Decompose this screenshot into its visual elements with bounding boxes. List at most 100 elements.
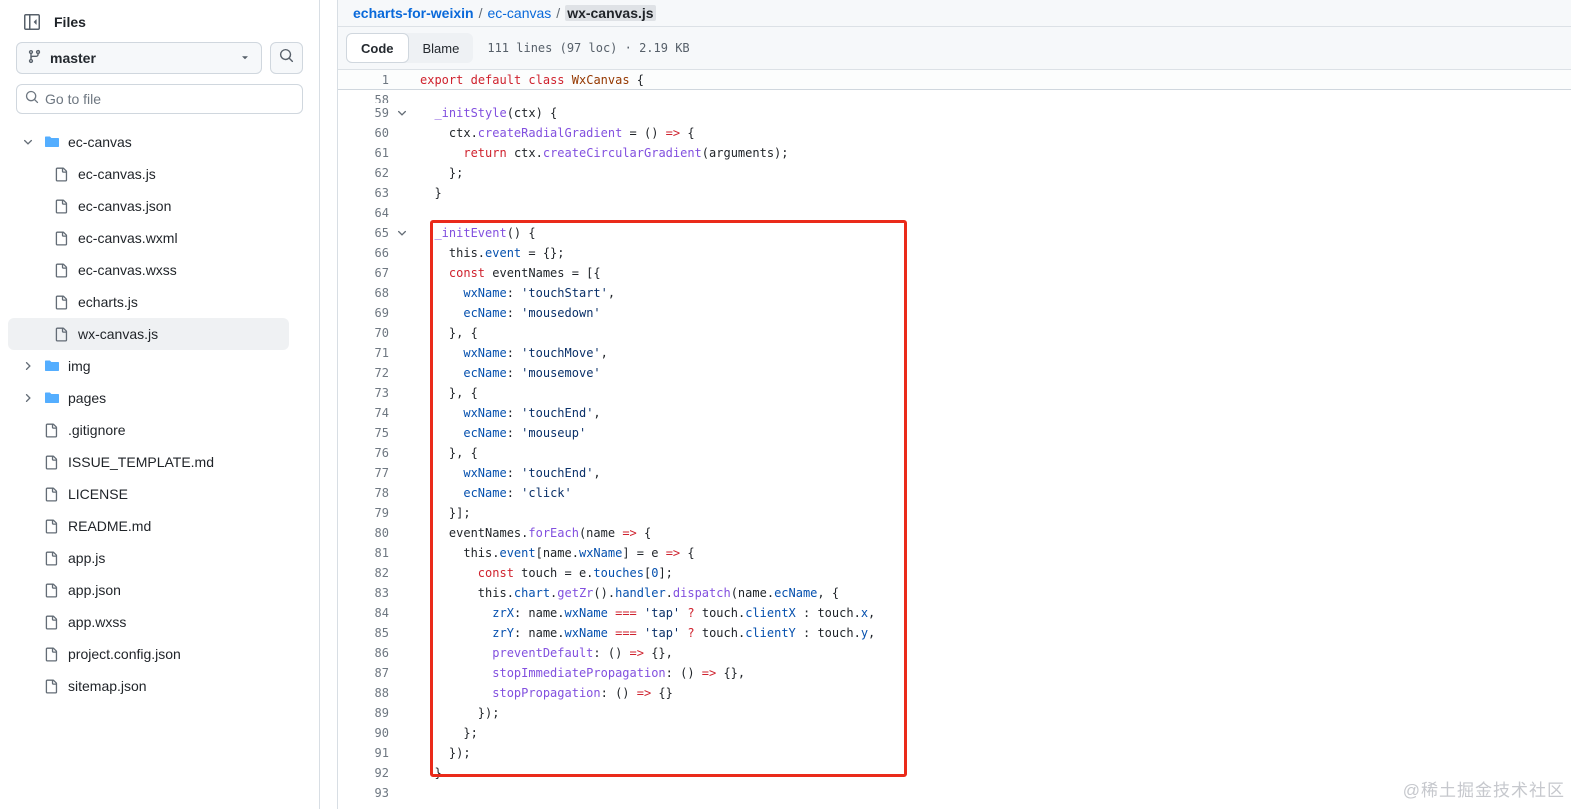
tree-file-sitemap.json[interactable]: sitemap.json — [8, 670, 289, 702]
tree-file-.gitignore[interactable]: .gitignore — [8, 414, 289, 446]
line-number[interactable]: 60 — [338, 123, 389, 143]
line-number[interactable]: 93 — [338, 783, 389, 803]
code-row-77: 77 wxName: 'touchEnd', — [338, 463, 1571, 483]
branch-selector[interactable]: master — [16, 42, 262, 74]
line-number[interactable]: 62 — [338, 163, 389, 183]
line-number[interactable]: 85 — [338, 623, 389, 643]
chevron-down-icon[interactable] — [22, 136, 44, 148]
line-number[interactable]: 81 — [338, 543, 389, 563]
line-number[interactable]: 78 — [338, 483, 389, 503]
line-number[interactable]: 74 — [338, 403, 389, 423]
file-icon — [54, 231, 78, 246]
code-row-68: 68 wxName: 'touchStart', — [338, 283, 1571, 303]
tree-item-label: ec-canvas.json — [78, 198, 172, 214]
tree-file-ec-canvas.json[interactable]: ec-canvas.json — [8, 190, 289, 222]
tree-file-ec-canvas.js[interactable]: ec-canvas.js — [8, 158, 289, 190]
file-icon — [44, 423, 68, 438]
line-number[interactable]: 77 — [338, 463, 389, 483]
line-number[interactable]: 86 — [338, 643, 389, 663]
line-number[interactable]: 82 — [338, 563, 389, 583]
line-number[interactable]: 84 — [338, 603, 389, 623]
go-to-file-input[interactable] — [45, 91, 294, 107]
code-text: } — [420, 186, 442, 200]
git-branch-icon — [27, 49, 42, 67]
line-number[interactable]: 59 — [338, 103, 389, 123]
code-text: eventNames.forEach(name => { — [420, 526, 652, 540]
tree-item-label: ec-canvas — [68, 134, 132, 150]
line-number[interactable]: 58 — [338, 90, 389, 103]
blame-tab-button[interactable]: Blame — [409, 33, 474, 63]
line-number[interactable]: 80 — [338, 523, 389, 543]
line-number[interactable]: 71 — [338, 343, 389, 363]
line-number[interactable]: 88 — [338, 683, 389, 703]
tree-file-wx-canvas.js[interactable]: wx-canvas.js — [8, 318, 289, 350]
line-number[interactable]: 89 — [338, 703, 389, 723]
tree-folder-ec-canvas[interactable]: ec-canvas — [8, 126, 289, 158]
tree-file-ec-canvas.wxml[interactable]: ec-canvas.wxml — [8, 222, 289, 254]
fold-chevron-icon[interactable] — [389, 103, 415, 123]
breadcrumb-dir-link[interactable]: ec-canvas — [487, 5, 551, 21]
breadcrumb-current-file: wx-canvas.js — [565, 5, 656, 21]
search-this-repository-button[interactable] — [270, 42, 303, 74]
line-number[interactable]: 72 — [338, 363, 389, 383]
code-row-71: 71 wxName: 'touchMove', — [338, 343, 1571, 363]
chevron-right-icon[interactable] — [22, 360, 44, 372]
line-number[interactable]: 1 — [338, 70, 389, 89]
line-number[interactable]: 76 — [338, 443, 389, 463]
line-number[interactable]: 87 — [338, 663, 389, 683]
tree-file-project.config.json[interactable]: project.config.json — [8, 638, 289, 670]
code-blame-switch: Code Blame — [346, 33, 474, 63]
tree-folder-pages[interactable]: pages — [8, 382, 289, 414]
line-number[interactable]: 67 — [338, 263, 389, 283]
code-text: }, { — [420, 326, 478, 340]
line-number[interactable]: 66 — [338, 243, 389, 263]
code-tab-button[interactable]: Code — [346, 33, 409, 63]
breadcrumb-repo-link[interactable]: echarts-for-weixin — [353, 5, 474, 21]
line-number[interactable]: 90 — [338, 723, 389, 743]
code-row-67: 67 const eventNames = [{ — [338, 263, 1571, 283]
tree-file-echarts.js[interactable]: echarts.js — [8, 286, 289, 318]
line-number[interactable]: 79 — [338, 503, 389, 523]
code-row-83: 83 this.chart.getZr().handler.dispatch(n… — [338, 583, 1571, 603]
tree-file-app.wxss[interactable]: app.wxss — [8, 606, 289, 638]
collapse-sidebar-panel-icon[interactable] — [24, 13, 40, 30]
file-icon — [44, 615, 68, 630]
line-number[interactable]: 92 — [338, 763, 389, 783]
tree-folder-img[interactable]: img — [8, 350, 289, 382]
file-icon — [44, 679, 68, 694]
tree-file-app.js[interactable]: app.js — [8, 542, 289, 574]
chevron-right-icon[interactable] — [22, 392, 44, 404]
breadcrumb-separator: / — [478, 5, 483, 21]
line-number[interactable]: 73 — [338, 383, 389, 403]
line-number[interactable]: 64 — [338, 203, 389, 223]
code-text: }; — [420, 726, 478, 740]
tree-file-LICENSE[interactable]: LICENSE — [8, 478, 289, 510]
line-number[interactable]: 83 — [338, 583, 389, 603]
tree-file-README.md[interactable]: README.md — [8, 510, 289, 542]
tree-item-label: ec-canvas.wxss — [78, 262, 177, 278]
line-number[interactable]: 91 — [338, 743, 389, 763]
tree-file-ISSUE_TEMPLATE.md[interactable]: ISSUE_TEMPLATE.md — [8, 446, 289, 478]
code-text: }, { — [420, 446, 478, 460]
line-number[interactable]: 65 — [338, 223, 389, 243]
code-text: stopPropagation: () => {} — [492, 686, 673, 700]
line-number[interactable]: 61 — [338, 143, 389, 163]
go-to-file-field[interactable] — [16, 84, 303, 114]
line-number[interactable]: 75 — [338, 423, 389, 443]
line-number[interactable]: 70 — [338, 323, 389, 343]
folder-icon — [44, 358, 68, 374]
code-text: } — [420, 766, 442, 780]
code-row-1: 1 export default class WxCanvas { — [338, 70, 1571, 90]
line-number[interactable]: 63 — [338, 183, 389, 203]
line-number[interactable]: 68 — [338, 283, 389, 303]
fold-chevron-icon[interactable] — [389, 223, 415, 243]
tree-file-app.json[interactable]: app.json — [8, 574, 289, 606]
tree-file-ec-canvas.wxss[interactable]: ec-canvas.wxss — [8, 254, 289, 286]
line-number[interactable]: 69 — [338, 303, 389, 323]
file-tree-sidebar: Files master ec-canvasec-canvas.jsec-can… — [0, 0, 320, 809]
